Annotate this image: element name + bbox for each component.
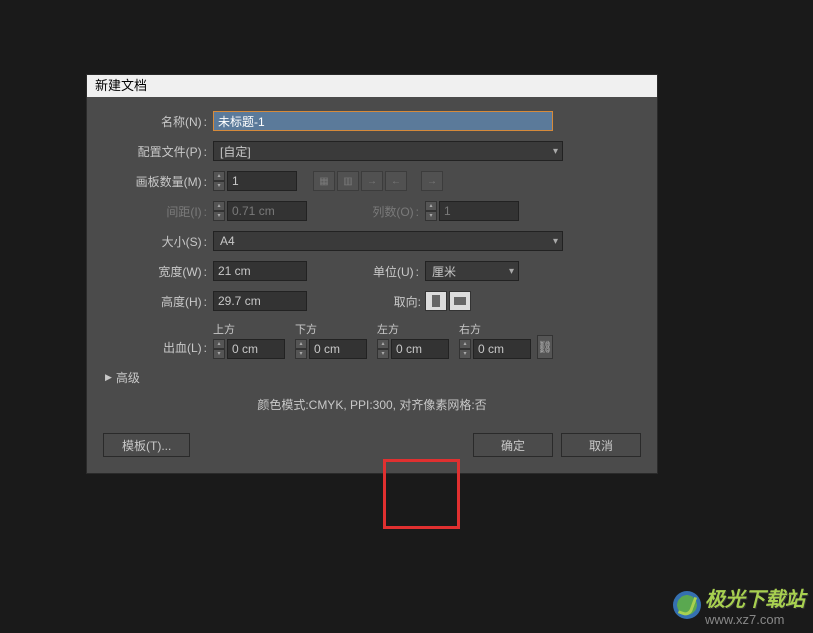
size-select[interactable]: A4 [213, 231, 563, 251]
bleed-left-input[interactable] [391, 339, 449, 359]
columns-input [439, 201, 519, 221]
layout-arrange-icon[interactable]: → [421, 171, 443, 191]
landscape-icon [454, 297, 466, 305]
layout-grid-col-icon[interactable]: ▥ [337, 171, 359, 191]
link-icon: ⛓ [537, 340, 552, 354]
layout-row-icon[interactable]: → [361, 171, 383, 191]
watermark: 极光下载站 www.xz7.com [673, 583, 805, 627]
bleed-bottom-input[interactable] [309, 339, 367, 359]
artboard-count-label: 画板数量(M): [103, 173, 213, 190]
watermark-logo-icon [673, 591, 701, 619]
dialog-footer: 模板(T)... 确定 取消 [103, 433, 641, 463]
height-label: 高度(H): [103, 293, 213, 310]
ok-button[interactable]: 确定 [473, 433, 553, 457]
height-input[interactable] [213, 291, 307, 311]
spinner-up-icon[interactable]: ▴ [213, 171, 225, 181]
bleed-bottom-label: 下方 [295, 321, 367, 337]
color-mode-info: 颜色模式:CMYK, PPI:300, 对齐像素网格:否 [103, 396, 641, 413]
orientation-label: 取向: [307, 293, 425, 310]
width-input[interactable] [213, 261, 307, 281]
units-label: 单位(U): [307, 263, 425, 280]
watermark-brand: 极光下载站 [705, 583, 805, 612]
profile-select[interactable]: [自定] [213, 141, 563, 161]
width-label: 宽度(W): [103, 263, 213, 280]
profile-label: 配置文件(P): [103, 143, 213, 160]
bleed-top-spinner[interactable]: ▴▾ [213, 339, 225, 359]
spacing-input [227, 201, 307, 221]
orientation-portrait-button[interactable] [425, 291, 447, 311]
layout-grid-row-icon[interactable]: ▦ [313, 171, 335, 191]
bleed-link-button[interactable]: ⛓ [537, 335, 553, 359]
columns-label: 列数(O): [307, 203, 425, 220]
bleed-left-label: 左方 [377, 321, 449, 337]
dialog-content: 名称(N): 配置文件(P): [自定] 画板数量(M): ▴ ▾ ▦ ▥ → … [87, 97, 657, 473]
cancel-button[interactable]: 取消 [561, 433, 641, 457]
bleed-top-input[interactable] [227, 339, 285, 359]
name-label: 名称(N): [103, 113, 213, 130]
watermark-url: www.xz7.com [705, 612, 805, 627]
spinner-down-icon: ▾ [213, 211, 225, 221]
bleed-right-input[interactable] [473, 339, 531, 359]
dialog-title: 新建文档 [87, 75, 657, 97]
layout-col-icon[interactable]: ← [385, 171, 407, 191]
spacing-spinner: ▴ ▾ [213, 201, 225, 221]
spinner-up-icon: ▴ [213, 201, 225, 211]
spinner-down-icon[interactable]: ▾ [213, 181, 225, 191]
bleed-bottom-spinner[interactable]: ▴▾ [295, 339, 307, 359]
portrait-icon [432, 295, 440, 307]
artboard-count-input[interactable] [227, 171, 297, 191]
columns-spinner: ▴ ▾ [425, 201, 437, 221]
spinner-up-icon: ▴ [425, 201, 437, 211]
bleed-right-label: 右方 [459, 321, 531, 337]
bleed-top-label: 上方 [213, 321, 285, 337]
artboard-count-spinner[interactable]: ▴ ▾ [213, 171, 225, 191]
bleed-label: 出血(L): [103, 339, 213, 359]
spacing-label: 间距(I): [103, 203, 213, 220]
template-button[interactable]: 模板(T)... [103, 433, 190, 457]
spinner-down-icon: ▾ [425, 211, 437, 221]
bleed-left-spinner[interactable]: ▴▾ [377, 339, 389, 359]
size-label: 大小(S): [103, 233, 213, 250]
units-select[interactable]: 厘米 [425, 261, 519, 281]
chevron-right-icon: ▶ [105, 372, 112, 383]
advanced-disclosure[interactable]: ▶ 高级 [105, 369, 641, 386]
new-document-dialog: 新建文档 名称(N): 配置文件(P): [自定] 画板数量(M): ▴ ▾ ▦… [86, 74, 658, 474]
bleed-right-spinner[interactable]: ▴▾ [459, 339, 471, 359]
name-input[interactable] [213, 111, 553, 131]
orientation-landscape-button[interactable] [449, 291, 471, 311]
